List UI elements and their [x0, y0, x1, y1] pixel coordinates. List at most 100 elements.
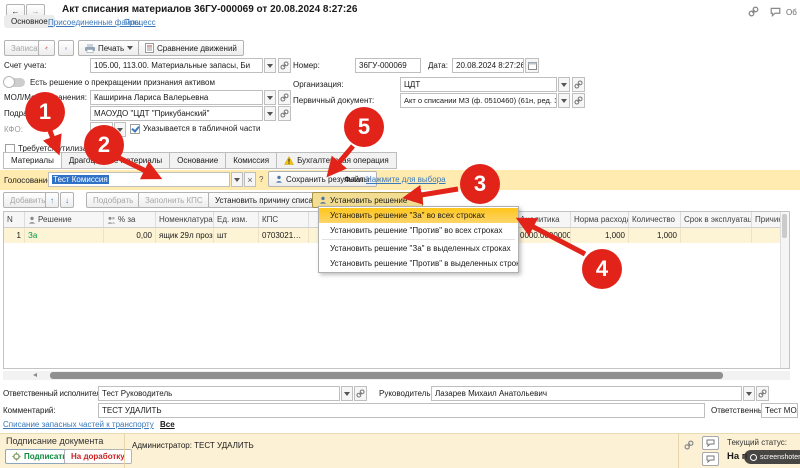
pick-button[interactable]: Подобрать: [86, 192, 140, 208]
responsible-field[interactable]: Тест МОЛ: [761, 403, 798, 418]
col-reason[interactable]: Причина с: [752, 212, 783, 228]
table-vertical-scrollbar[interactable]: [780, 212, 789, 368]
date-calendar-button[interactable]: [525, 58, 539, 73]
head-dropdown-button[interactable]: [743, 386, 755, 401]
col-rate[interactable]: Норма расхода: [571, 212, 629, 228]
spare-parts-link[interactable]: Списание запасных частей к транспорту: [3, 420, 154, 429]
head-field[interactable]: Лазарев Михаил Анатольевич: [431, 386, 742, 401]
annotation-circle-2: 2: [84, 125, 124, 165]
department-field[interactable]: МАОУДО "ЦДТ "Прикубанский": [90, 106, 263, 121]
menu-item-against-selected[interactable]: Установить решение "Против" в выделенных…: [319, 256, 518, 271]
col-analytics[interactable]: Аналитика: [517, 212, 571, 228]
scroll-left-icon: [33, 373, 37, 377]
copy-link-icon[interactable]: [748, 6, 759, 19]
derecognition-toggle[interactable]: [5, 78, 25, 87]
cell-rate[interactable]: 1,000: [571, 228, 629, 243]
post-document-button[interactable]: [38, 40, 55, 56]
account-label: Счет учета:: [4, 61, 47, 70]
cell-n[interactable]: 1: [4, 228, 25, 243]
move-up-button[interactable]: ↑: [45, 192, 59, 208]
printer-icon: [85, 44, 95, 53]
tab-commission[interactable]: Комиссия: [226, 152, 277, 169]
status-comment-button[interactable]: [702, 436, 719, 450]
voting-field[interactable]: Тест Комиссия: [48, 172, 230, 187]
movements-button[interactable]: [58, 40, 74, 56]
executor-open-link-button[interactable]: [354, 386, 367, 401]
arrow-down-icon: ↓: [65, 196, 69, 205]
primary-doc-dropdown-button[interactable]: [558, 93, 570, 108]
col-unit[interactable]: Ед. изм.: [214, 212, 259, 228]
comment-label: Комментарий:: [3, 406, 56, 415]
cell-qty[interactable]: 1,000: [629, 228, 681, 243]
account-dropdown-button[interactable]: [264, 58, 276, 73]
tab-materials[interactable]: Материалы: [3, 152, 62, 169]
cell-percent[interactable]: 0,00: [104, 228, 156, 243]
horizontal-scroll-thumb[interactable]: [50, 372, 723, 379]
col-qty[interactable]: Количество: [629, 212, 681, 228]
tab-basis[interactable]: Основание: [170, 152, 226, 169]
status-link-icon[interactable]: [684, 440, 694, 452]
number-field[interactable]: 36ГУ-000069: [355, 58, 421, 73]
all-link[interactable]: Все: [160, 420, 175, 429]
organization-open-link-button[interactable]: [572, 77, 585, 92]
account-field[interactable]: 105.00, 113.00. Материальные запасы, Би: [90, 58, 263, 73]
table-horizontal-scrollbar[interactable]: [3, 371, 790, 380]
move-down-button[interactable]: ↓: [60, 192, 74, 208]
print-button[interactable]: Печать: [78, 40, 140, 56]
account-open-link-button[interactable]: [278, 58, 291, 73]
cell-reason[interactable]: [752, 228, 783, 243]
voting-clear-button[interactable]: ×: [244, 172, 256, 187]
panel-divider: [678, 433, 679, 468]
primary-doc-open-link-button[interactable]: [572, 93, 585, 108]
voting-help[interactable]: ?: [259, 175, 263, 184]
tab-accounting-operation[interactable]: Бухгалтерская операция: [277, 152, 397, 169]
primary-doc-field[interactable]: Акт о списании МЗ (ф. 0510460) (61н, ред…: [400, 93, 557, 108]
primary-doc-label: Первичный документ:: [293, 96, 374, 105]
mol-open-link-button[interactable]: [278, 90, 291, 105]
kfo-in-rows-checkbox[interactable]: [130, 124, 140, 134]
discussions-icon[interactable]: [770, 7, 781, 19]
cell-term[interactable]: [681, 228, 752, 243]
rework-button-label: На доработку: [71, 452, 125, 461]
organization-dropdown-button[interactable]: [558, 77, 570, 92]
department-dropdown-button[interactable]: [264, 106, 276, 121]
mol-field[interactable]: Каширина Лариса Валерьевна: [90, 90, 263, 105]
col-kps[interactable]: КПС: [259, 212, 309, 228]
department-open-link-button[interactable]: [278, 106, 291, 121]
comment-field[interactable]: ТЕСТ УДАЛИТЬ: [98, 403, 705, 418]
date-field[interactable]: 20.08.2024 8:27:26: [452, 58, 524, 73]
mol-dropdown-button[interactable]: [264, 90, 276, 105]
voting-dropdown-button[interactable]: [231, 172, 243, 187]
page-title: Акт списания материалов 36ГУ-000069 от 2…: [62, 4, 357, 15]
status-comment-button-2[interactable]: [702, 452, 719, 466]
file-choose-link[interactable]: Нажмите для выбора: [366, 175, 446, 184]
clear-icon: ×: [247, 175, 252, 185]
cell-analytics[interactable]: 0000.000000000…: [517, 228, 571, 243]
cell-decision[interactable]: За: [25, 228, 104, 243]
cell-unit[interactable]: шт: [214, 228, 259, 243]
organization-field[interactable]: ЦДТ: [400, 77, 557, 92]
col-decision[interactable]: Решение: [25, 212, 104, 228]
cell-kps[interactable]: 0703021…: [259, 228, 309, 243]
fill-kps-button[interactable]: Заполнить КПС: [138, 192, 210, 208]
warning-icon: [284, 156, 294, 165]
rework-button[interactable]: На доработку: [64, 449, 132, 464]
executor-field[interactable]: Тест Руководитель: [98, 386, 340, 401]
nav-tab-process[interactable]: Процесс: [124, 18, 156, 27]
compare-movements-button[interactable]: Сравнение движений: [138, 40, 244, 56]
head-label: Руководитель:: [379, 389, 433, 398]
executor-dropdown-button[interactable]: [341, 386, 353, 401]
col-percent[interactable]: % за: [104, 212, 156, 228]
col-nomenclature[interactable]: Номенклатура: [156, 212, 214, 228]
menu-item-for-all[interactable]: Установить решение "За" во всех строках: [319, 208, 518, 223]
cell-nomenclature[interactable]: ящик 29л прозр.16*36…: [156, 228, 214, 243]
head-open-link-button[interactable]: [756, 386, 769, 401]
date-label: Дата:: [428, 61, 448, 70]
menu-item-against-all[interactable]: Установить решение "Против" во всех стро…: [319, 223, 518, 238]
overflow-menu-label[interactable]: Об: [786, 8, 797, 17]
col-term[interactable]: Срок в эксплуатации: [681, 212, 752, 228]
menu-item-for-selected[interactable]: Установить решение "За" в выделенных стр…: [319, 241, 518, 256]
col-n[interactable]: N: [4, 212, 25, 228]
speech-bubble-icon: [706, 439, 715, 447]
organization-label: Организация:: [293, 80, 343, 89]
